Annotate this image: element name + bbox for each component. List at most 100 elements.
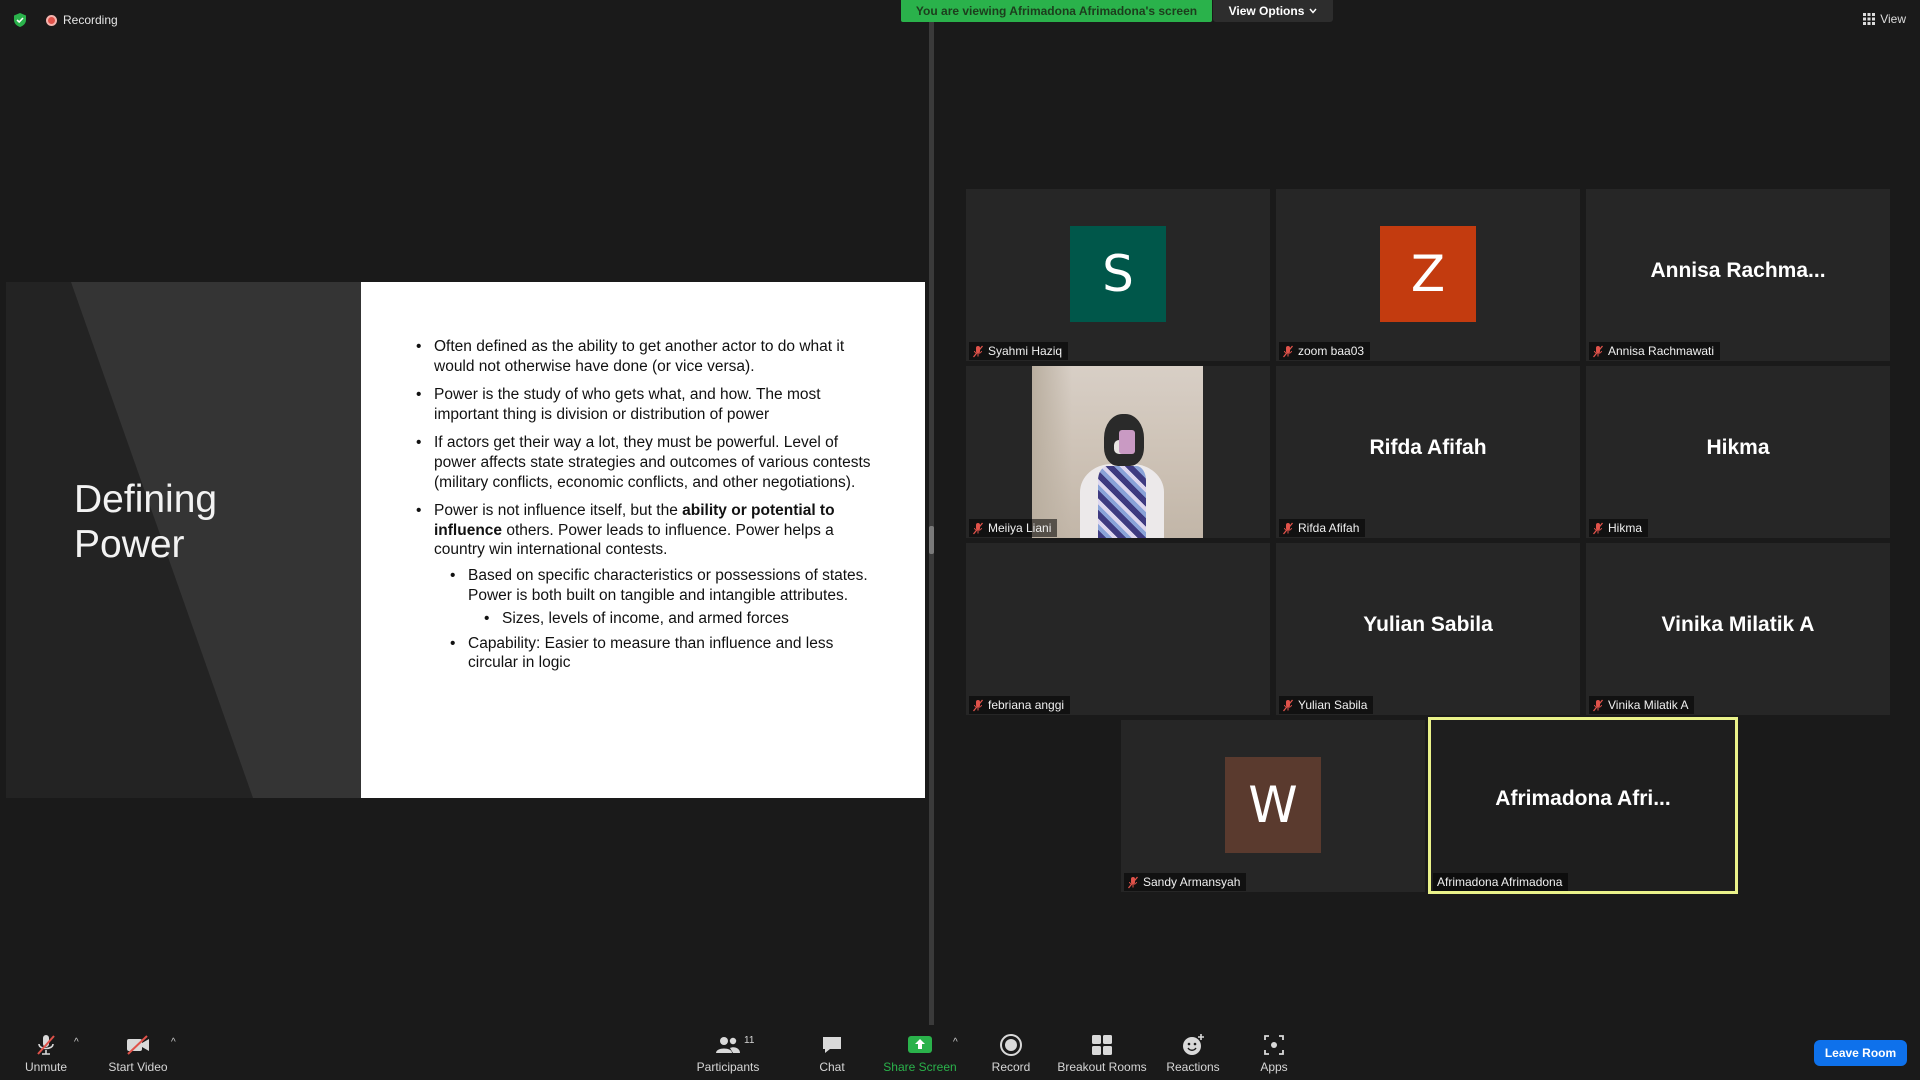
participants-button[interactable]: 11 Participants [694, 1025, 762, 1080]
slide-text: Power is not influence itself, but the [434, 502, 683, 520]
share-options-caret-icon[interactable]: ^ [953, 1037, 958, 1048]
participant-name: Afrimadona Afrimadona [1437, 875, 1563, 889]
slide-bullet: Power is the study of who gets what, and… [416, 385, 876, 424]
leave-room-button[interactable]: Leave Room [1814, 1040, 1907, 1066]
participant-name-label: Hikma [1589, 519, 1649, 537]
breakout-rooms-label: Breakout Rooms [1057, 1060, 1147, 1074]
participant-name-label: Meiiya Liani [969, 519, 1058, 537]
participant-name: Annisa Rachmawati [1608, 344, 1715, 358]
participant-tile[interactable]: Meiiya Liani [966, 366, 1270, 538]
participant-tile[interactable]: febriana anggi [966, 543, 1270, 715]
participant-video-feed [1032, 366, 1203, 538]
participant-display-name: Rifda Afifah [1369, 436, 1487, 459]
participant-name: zoom baa03 [1298, 344, 1365, 358]
mic-muted-icon [1127, 876, 1139, 888]
chat-label: Chat [819, 1060, 845, 1074]
chat-icon [818, 1033, 846, 1057]
participants-count-badge: 11 [744, 1035, 755, 1046]
view-label: View [1880, 12, 1906, 26]
mic-muted-icon [1282, 345, 1294, 357]
share-screen-button[interactable]: Share Screen [882, 1025, 958, 1080]
split-view-divider[interactable] [929, 22, 934, 1025]
participant-tile[interactable]: Vinika Milatik A Vinika Milatik A [1586, 543, 1890, 715]
slide-body: Often defined as the ability to get anot… [416, 337, 876, 682]
mic-muted-icon [972, 345, 984, 357]
apps-icon [1260, 1033, 1288, 1057]
participant-name-label: Rifda Afifah [1279, 519, 1366, 537]
mic-muted-icon [1592, 699, 1604, 711]
video-options-caret-icon[interactable]: ^ [171, 1037, 176, 1048]
participant-tile[interactable]: Yulian Sabila Yulian Sabila [1276, 543, 1580, 715]
participant-tile[interactable]: Hikma Hikma [1586, 366, 1890, 538]
shared-screen-slide: Defining Power Often defined as the abil… [6, 282, 925, 798]
participants-icon [714, 1033, 742, 1057]
participant-name-label: Annisa Rachmawati [1589, 342, 1721, 360]
apps-button[interactable]: Apps [1254, 1025, 1294, 1080]
viewing-screen-text: You are viewing Afrimadona Afrimadona's … [915, 4, 1198, 18]
divider-drag-handle[interactable] [929, 526, 934, 554]
participant-name-label: Syahmi Haziq [969, 342, 1069, 360]
slide-bullet: Often defined as the ability to get anot… [416, 337, 876, 376]
active-speaker-tile[interactable]: Afrimadona Afri... Afrimadona Afrimadona [1428, 717, 1738, 894]
participant-name: Yulian Sabila [1298, 698, 1368, 712]
security-shield-icon[interactable] [12, 12, 28, 28]
mic-muted-icon [1592, 522, 1604, 534]
breakout-rooms-button[interactable]: Breakout Rooms [1056, 1025, 1148, 1080]
participant-tile[interactable]: Annisa Rachma... Annisa Rachmawati [1586, 189, 1890, 361]
slide-sub-bullet: Based on specific characteristics or pos… [450, 566, 876, 629]
chat-button[interactable]: Chat [810, 1025, 854, 1080]
view-options-button[interactable]: View Options [1213, 0, 1333, 22]
reactions-button[interactable]: Reactions [1164, 1025, 1222, 1080]
reactions-smiley-icon [1179, 1033, 1207, 1057]
participant-tile[interactable]: Z zoom baa03 [1276, 189, 1580, 361]
participant-display-name: Afrimadona Afri... [1495, 787, 1671, 810]
participant-name-label: Sandy Armansyah [1124, 873, 1247, 891]
participant-name-label: zoom baa03 [1279, 342, 1371, 360]
participant-name: febriana anggi [988, 698, 1065, 712]
start-video-label: Start Video [108, 1060, 168, 1074]
mic-muted-icon [32, 1033, 60, 1057]
participant-tile[interactable]: S Syahmi Haziq [966, 189, 1270, 361]
participant-name-label: febriana anggi [969, 696, 1071, 714]
slide-sub-sub-bullet: Sizes, levels of income, and armed force… [484, 609, 876, 629]
participant-display-name: Yulian Sabila [1363, 613, 1493, 636]
mic-muted-icon [972, 522, 984, 534]
view-layout-button[interactable]: View [1863, 12, 1906, 26]
slide-sub-bullet: Capability: Easier to measure than influ… [450, 634, 876, 673]
mic-muted-icon [1282, 522, 1294, 534]
participant-tile[interactable]: Rifda Afifah Rifda Afifah [1276, 366, 1580, 538]
participant-name: Hikma [1608, 521, 1643, 535]
share-screen-icon [906, 1033, 934, 1057]
reactions-label: Reactions [1166, 1060, 1220, 1074]
slide-sub-sub-bullet-list: Sizes, levels of income, and armed force… [468, 609, 876, 629]
unmute-button[interactable]: Unmute [18, 1025, 74, 1080]
participant-tile[interactable]: W Sandy Armansyah [1121, 720, 1425, 892]
audio-options-caret-icon[interactable]: ^ [74, 1037, 79, 1048]
breakout-rooms-icon [1088, 1033, 1116, 1057]
slide-bullet-list: Often defined as the ability to get anot… [416, 337, 876, 673]
participant-name: Sandy Armansyah [1143, 875, 1241, 889]
participant-name: Meiiya Liani [988, 521, 1052, 535]
participant-name-label: Yulian Sabila [1279, 696, 1374, 714]
avatar: W [1225, 757, 1321, 853]
record-icon [997, 1033, 1025, 1057]
recording-indicator[interactable]: Recording [46, 13, 118, 27]
slide-bullet: Power is not influence itself, but the a… [416, 501, 876, 673]
participant-display-name: Hikma [1706, 436, 1770, 459]
viewing-screen-banner: You are viewing Afrimadona Afrimadona's … [901, 0, 1212, 22]
participant-display-name: Vinika Milatik A [1661, 613, 1815, 636]
slide-text: Based on specific characteristics or pos… [468, 566, 868, 604]
participant-display-name: Annisa Rachma... [1650, 259, 1826, 282]
avatar: Z [1380, 226, 1476, 322]
recording-dot-icon [46, 14, 57, 26]
record-button[interactable]: Record [985, 1025, 1037, 1080]
recording-label: Recording [63, 13, 118, 27]
chevron-down-icon [1309, 8, 1317, 14]
participant-name-label: Vinika Milatik A [1589, 696, 1695, 714]
slide-bullet: If actors get their way a lot, they must… [416, 433, 876, 492]
mic-muted-icon [1282, 699, 1294, 711]
avatar: S [1070, 226, 1166, 322]
view-options-label: View Options [1228, 4, 1305, 18]
start-video-button[interactable]: Start Video [104, 1025, 172, 1080]
share-screen-label: Share Screen [883, 1060, 957, 1074]
